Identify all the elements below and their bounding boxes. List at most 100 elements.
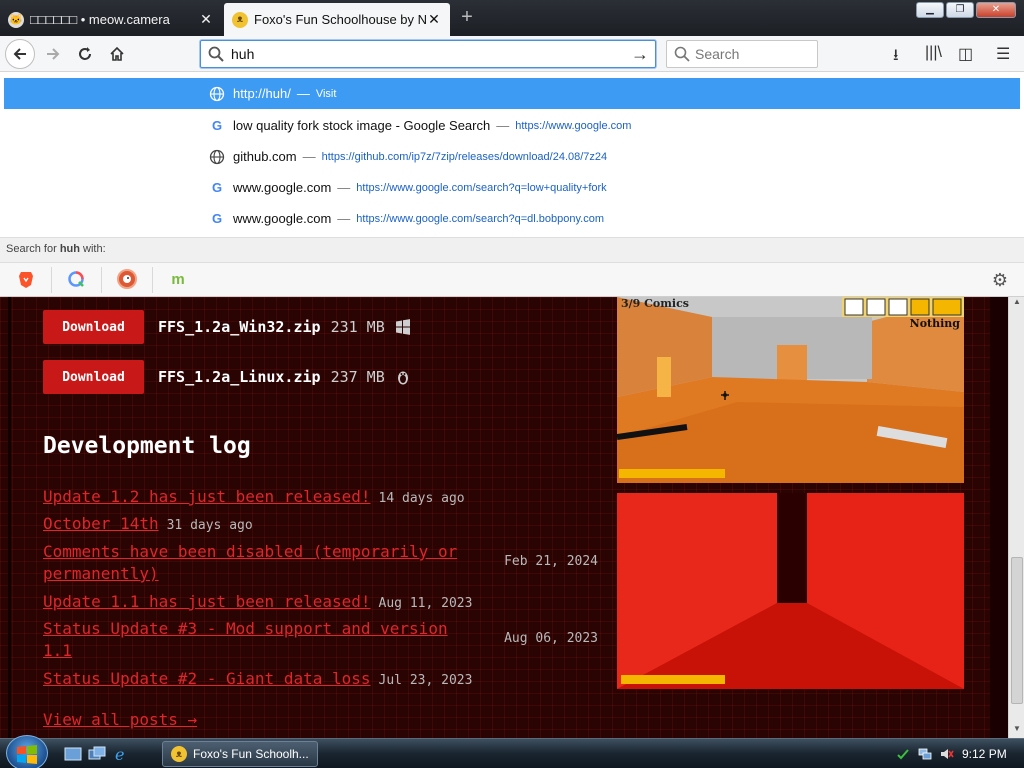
svg-text:e: e	[115, 746, 124, 762]
close-tab-icon[interactable]: ✕	[198, 11, 214, 28]
autocomplete-title: www.google.com	[233, 211, 332, 226]
autocomplete-item[interactable]: G www.google.com — https://www.google.co…	[4, 172, 1020, 203]
clock[interactable]: 9:12 PM	[962, 747, 1007, 761]
search-input[interactable]	[695, 45, 810, 63]
qwant-icon[interactable]	[66, 269, 86, 289]
new-tab-button[interactable]: +	[456, 6, 478, 28]
one-off-search-engines: m ⚙	[0, 262, 1024, 297]
search-settings-gear-icon[interactable]: ⚙	[992, 270, 1008, 291]
game-screenshot[interactable]: 3/9 Comics Nothing	[617, 297, 964, 483]
switch-windows-icon[interactable]	[88, 746, 106, 762]
autocomplete-title: low quality fork stock image - Google Se…	[233, 118, 491, 133]
devlog-post-date: 31 days ago	[166, 518, 253, 533]
search-icon	[674, 46, 690, 62]
search-with-label: Search for huh with:	[0, 237, 1024, 262]
autocomplete-item[interactable]: http://huh/ — Visit	[4, 78, 1020, 109]
tab-meow-camera[interactable]: 🐱 □□□□□□ • meow.camera ✕	[0, 3, 222, 36]
autocomplete-item[interactable]: G low quality fork stock image - Google …	[4, 110, 1020, 141]
download-button[interactable]: Download	[43, 360, 144, 394]
development-log-heading: Development log	[43, 433, 251, 459]
search-bar[interactable]	[666, 40, 818, 68]
volume-muted-icon[interactable]	[940, 747, 954, 761]
devlog-post-link[interactable]: Comments have been disabled (temporarily…	[43, 542, 457, 583]
download-filename: FFS_1.2a_Linux.zip	[158, 368, 321, 386]
devlog-post: Update 1.2 has just been released! 14 day…	[43, 486, 598, 508]
devlog-post: Comments have been disabled (temporarily…	[43, 541, 598, 585]
devlog-post-link[interactable]: October 14th	[43, 514, 159, 533]
devlog-post: October 14th 31 days ago	[43, 513, 598, 535]
back-button[interactable]	[5, 39, 35, 69]
search-icon	[208, 46, 224, 62]
download-button[interactable]: Download	[43, 310, 144, 344]
taskbar-window-button[interactable]: ᴥ Foxo's Fun Schoolh...	[162, 741, 318, 767]
devlog-post-date: Jul 23, 2023	[378, 673, 473, 688]
scroll-up-arrow-icon[interactable]: ▲	[1009, 297, 1024, 311]
system-tray: 9:12 PM	[888, 739, 1024, 768]
home-icon	[110, 46, 124, 61]
page-scrollbar[interactable]: ▲ ▼	[1008, 297, 1024, 738]
taskbar-window-title: Foxo's Fun Schoolh...	[193, 747, 309, 761]
autocomplete-item[interactable]: G www.google.com — https://www.google.co…	[4, 203, 1020, 234]
engine-separator	[51, 267, 52, 293]
scrollbar-thumb[interactable]	[1011, 557, 1023, 704]
close-window-button[interactable]: ✕	[976, 2, 1016, 18]
autocomplete-separator: —	[302, 149, 316, 164]
devlog-post-link[interactable]: Update 1.2 has just been released!	[43, 487, 371, 506]
menu-icon[interactable]: ☰	[996, 44, 1010, 64]
windows-logo-icon	[17, 745, 37, 764]
url-input[interactable]	[231, 44, 621, 64]
network-icon[interactable]	[918, 747, 932, 761]
maximize-button[interactable]: ❐	[946, 2, 974, 18]
go-arrow-icon[interactable]: →	[631, 44, 649, 65]
download-row-linux: Download FFS_1.2a_Linux.zip 237 MB	[43, 360, 411, 394]
sidebar-icon[interactable]: ◫	[958, 44, 973, 64]
linux-icon	[397, 371, 408, 385]
autocomplete-item[interactable]: github.com — https://github.com/ip7z/7zi…	[4, 141, 1020, 172]
globe-icon	[209, 86, 225, 102]
web-page-content: Download FFS_1.2a_Win32.zip 231 MB Downl…	[0, 297, 1008, 738]
search-with-suffix: with:	[79, 243, 106, 255]
autocomplete-url: https://github.com/ip7z/7zip/releases/do…	[321, 150, 608, 163]
forward-arrow-icon	[47, 48, 60, 60]
show-desktop-icon[interactable]	[64, 746, 82, 762]
forward-button[interactable]	[38, 39, 68, 69]
download-size: 231 MB	[330, 318, 385, 336]
devlog-post-link[interactable]: Status Update #2 - Giant data loss	[43, 669, 371, 688]
navigation-toolbar: → ⭳ |||\ ◫ ☰	[0, 36, 1024, 72]
window-controls: ▁ ❐ ✕	[916, 2, 1016, 18]
reload-button[interactable]	[70, 39, 100, 69]
close-tab-icon[interactable]: ✕	[426, 11, 442, 28]
search-with-prefix: Search for	[6, 243, 60, 255]
safely-remove-hardware-icon[interactable]	[896, 747, 910, 761]
brave-icon[interactable]	[16, 269, 36, 289]
start-button[interactable]	[6, 735, 48, 768]
duckduckgo-icon[interactable]	[117, 269, 137, 289]
google-icon: G	[211, 211, 223, 226]
library-icon[interactable]: |||\	[925, 44, 942, 62]
home-button[interactable]	[102, 39, 132, 69]
devlog-post-date: Feb 21, 2024	[504, 554, 598, 569]
autocomplete-title: github.com	[233, 149, 297, 164]
internet-explorer-icon[interactable]: e	[112, 746, 130, 762]
devlog-post-link[interactable]: Status Update #3 - Mod support and versi…	[43, 619, 448, 660]
mojeek-icon[interactable]: m	[168, 269, 188, 289]
autocomplete-separator: —	[337, 211, 351, 226]
windows-icon	[395, 319, 410, 335]
game-item-label: Nothing	[909, 317, 960, 330]
view-all-posts-link[interactable]: View all posts →	[43, 710, 197, 729]
cat-icon: 🐱	[8, 11, 24, 28]
minimize-button[interactable]: ▁	[916, 2, 944, 18]
devlog-post-date: Aug 11, 2023	[378, 596, 473, 611]
back-arrow-icon	[13, 48, 26, 60]
url-bar[interactable]: →	[200, 40, 656, 68]
devlog-post: Status Update #3 - Mod support and versi…	[43, 618, 598, 662]
download-size: 237 MB	[330, 368, 385, 386]
game-screenshot[interactable]	[617, 493, 964, 689]
devlog-post-link[interactable]: Update 1.1 has just been released!	[43, 592, 371, 611]
tab-foxos-fun-schoolhouse[interactable]: ᴥ Foxo's Fun Schoolhouse by Nick ✕	[224, 3, 450, 36]
scroll-down-arrow-icon[interactable]: ▼	[1009, 724, 1024, 738]
engine-separator	[152, 267, 153, 293]
downloads-icon[interactable]: ⭳	[893, 44, 899, 71]
reload-icon	[79, 47, 91, 60]
autocomplete-action: Visit	[315, 87, 337, 100]
